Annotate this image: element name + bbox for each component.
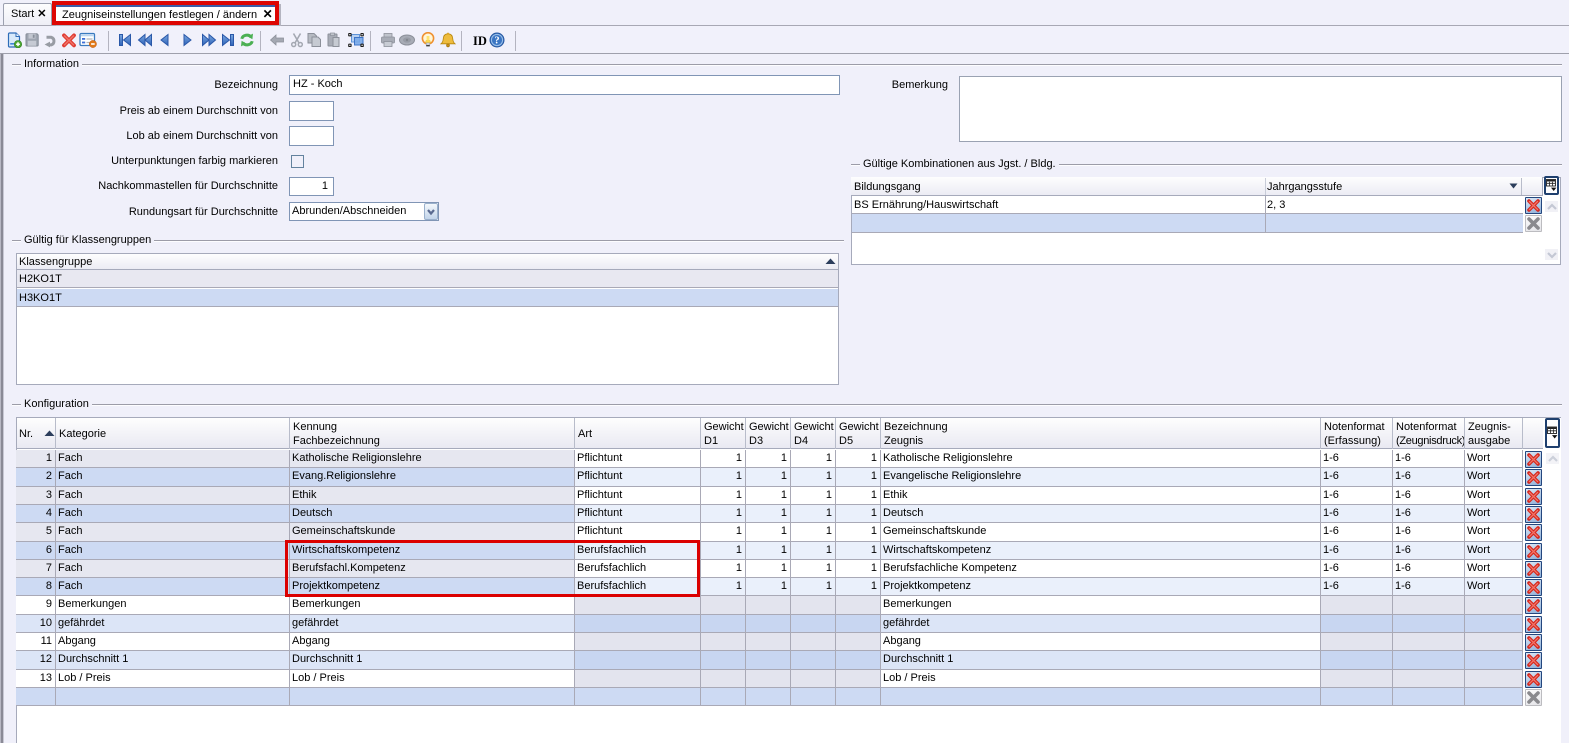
- svg-text:?: ?: [494, 36, 499, 47]
